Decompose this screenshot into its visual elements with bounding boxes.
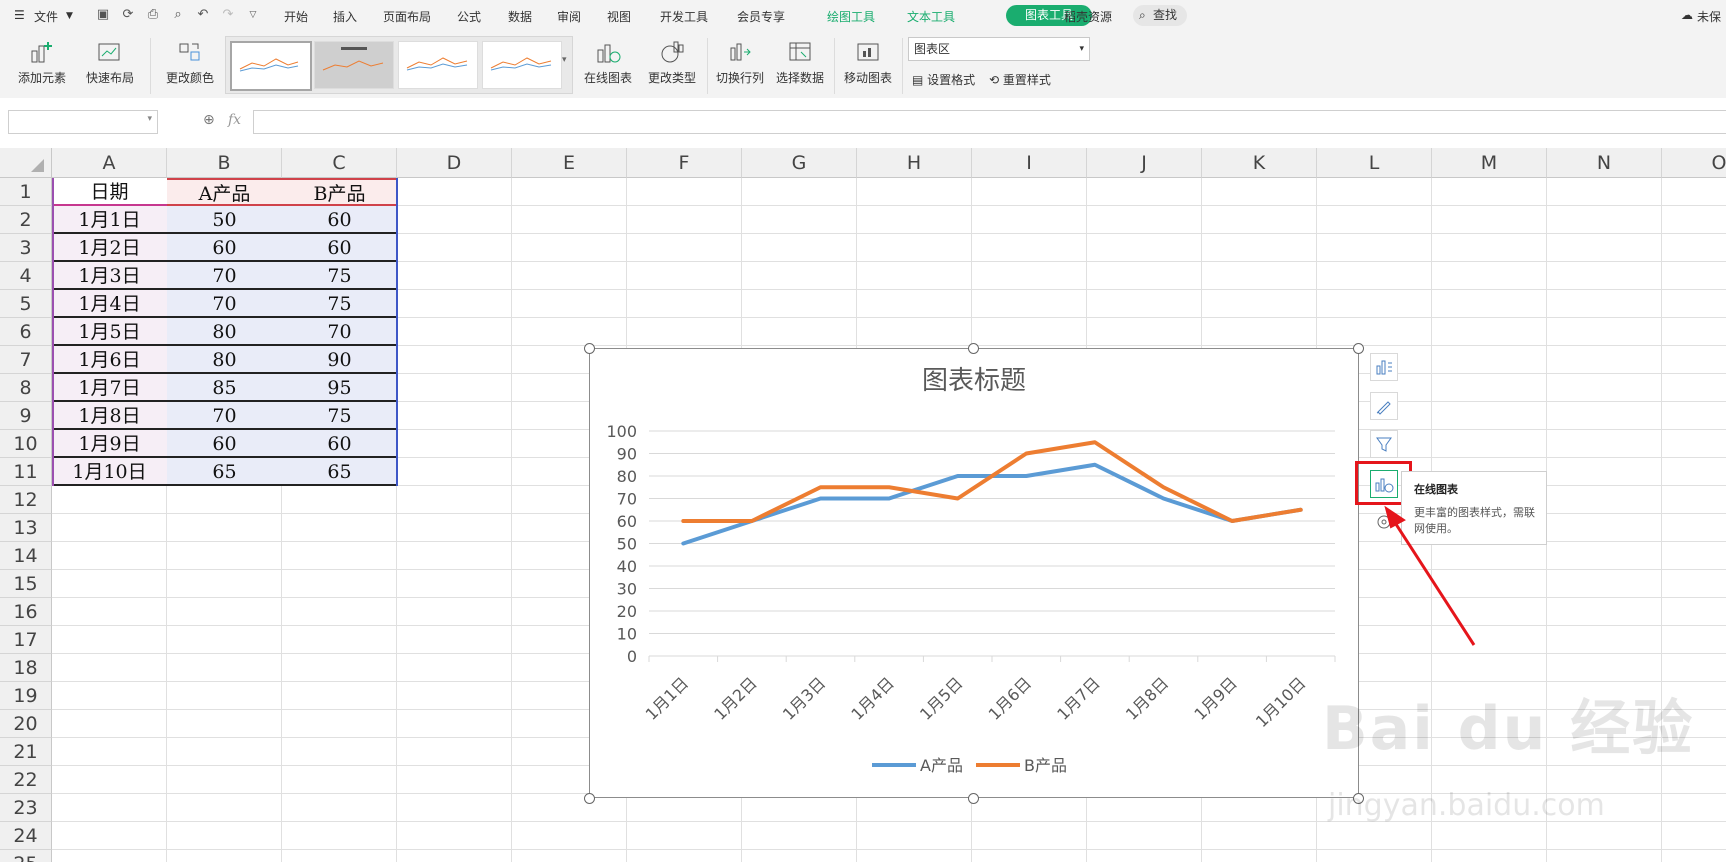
baidu-watermark-url: jingyan.baidu.com (1328, 788, 1605, 823)
baidu-watermark: Bai du 经验 (1322, 694, 1695, 764)
